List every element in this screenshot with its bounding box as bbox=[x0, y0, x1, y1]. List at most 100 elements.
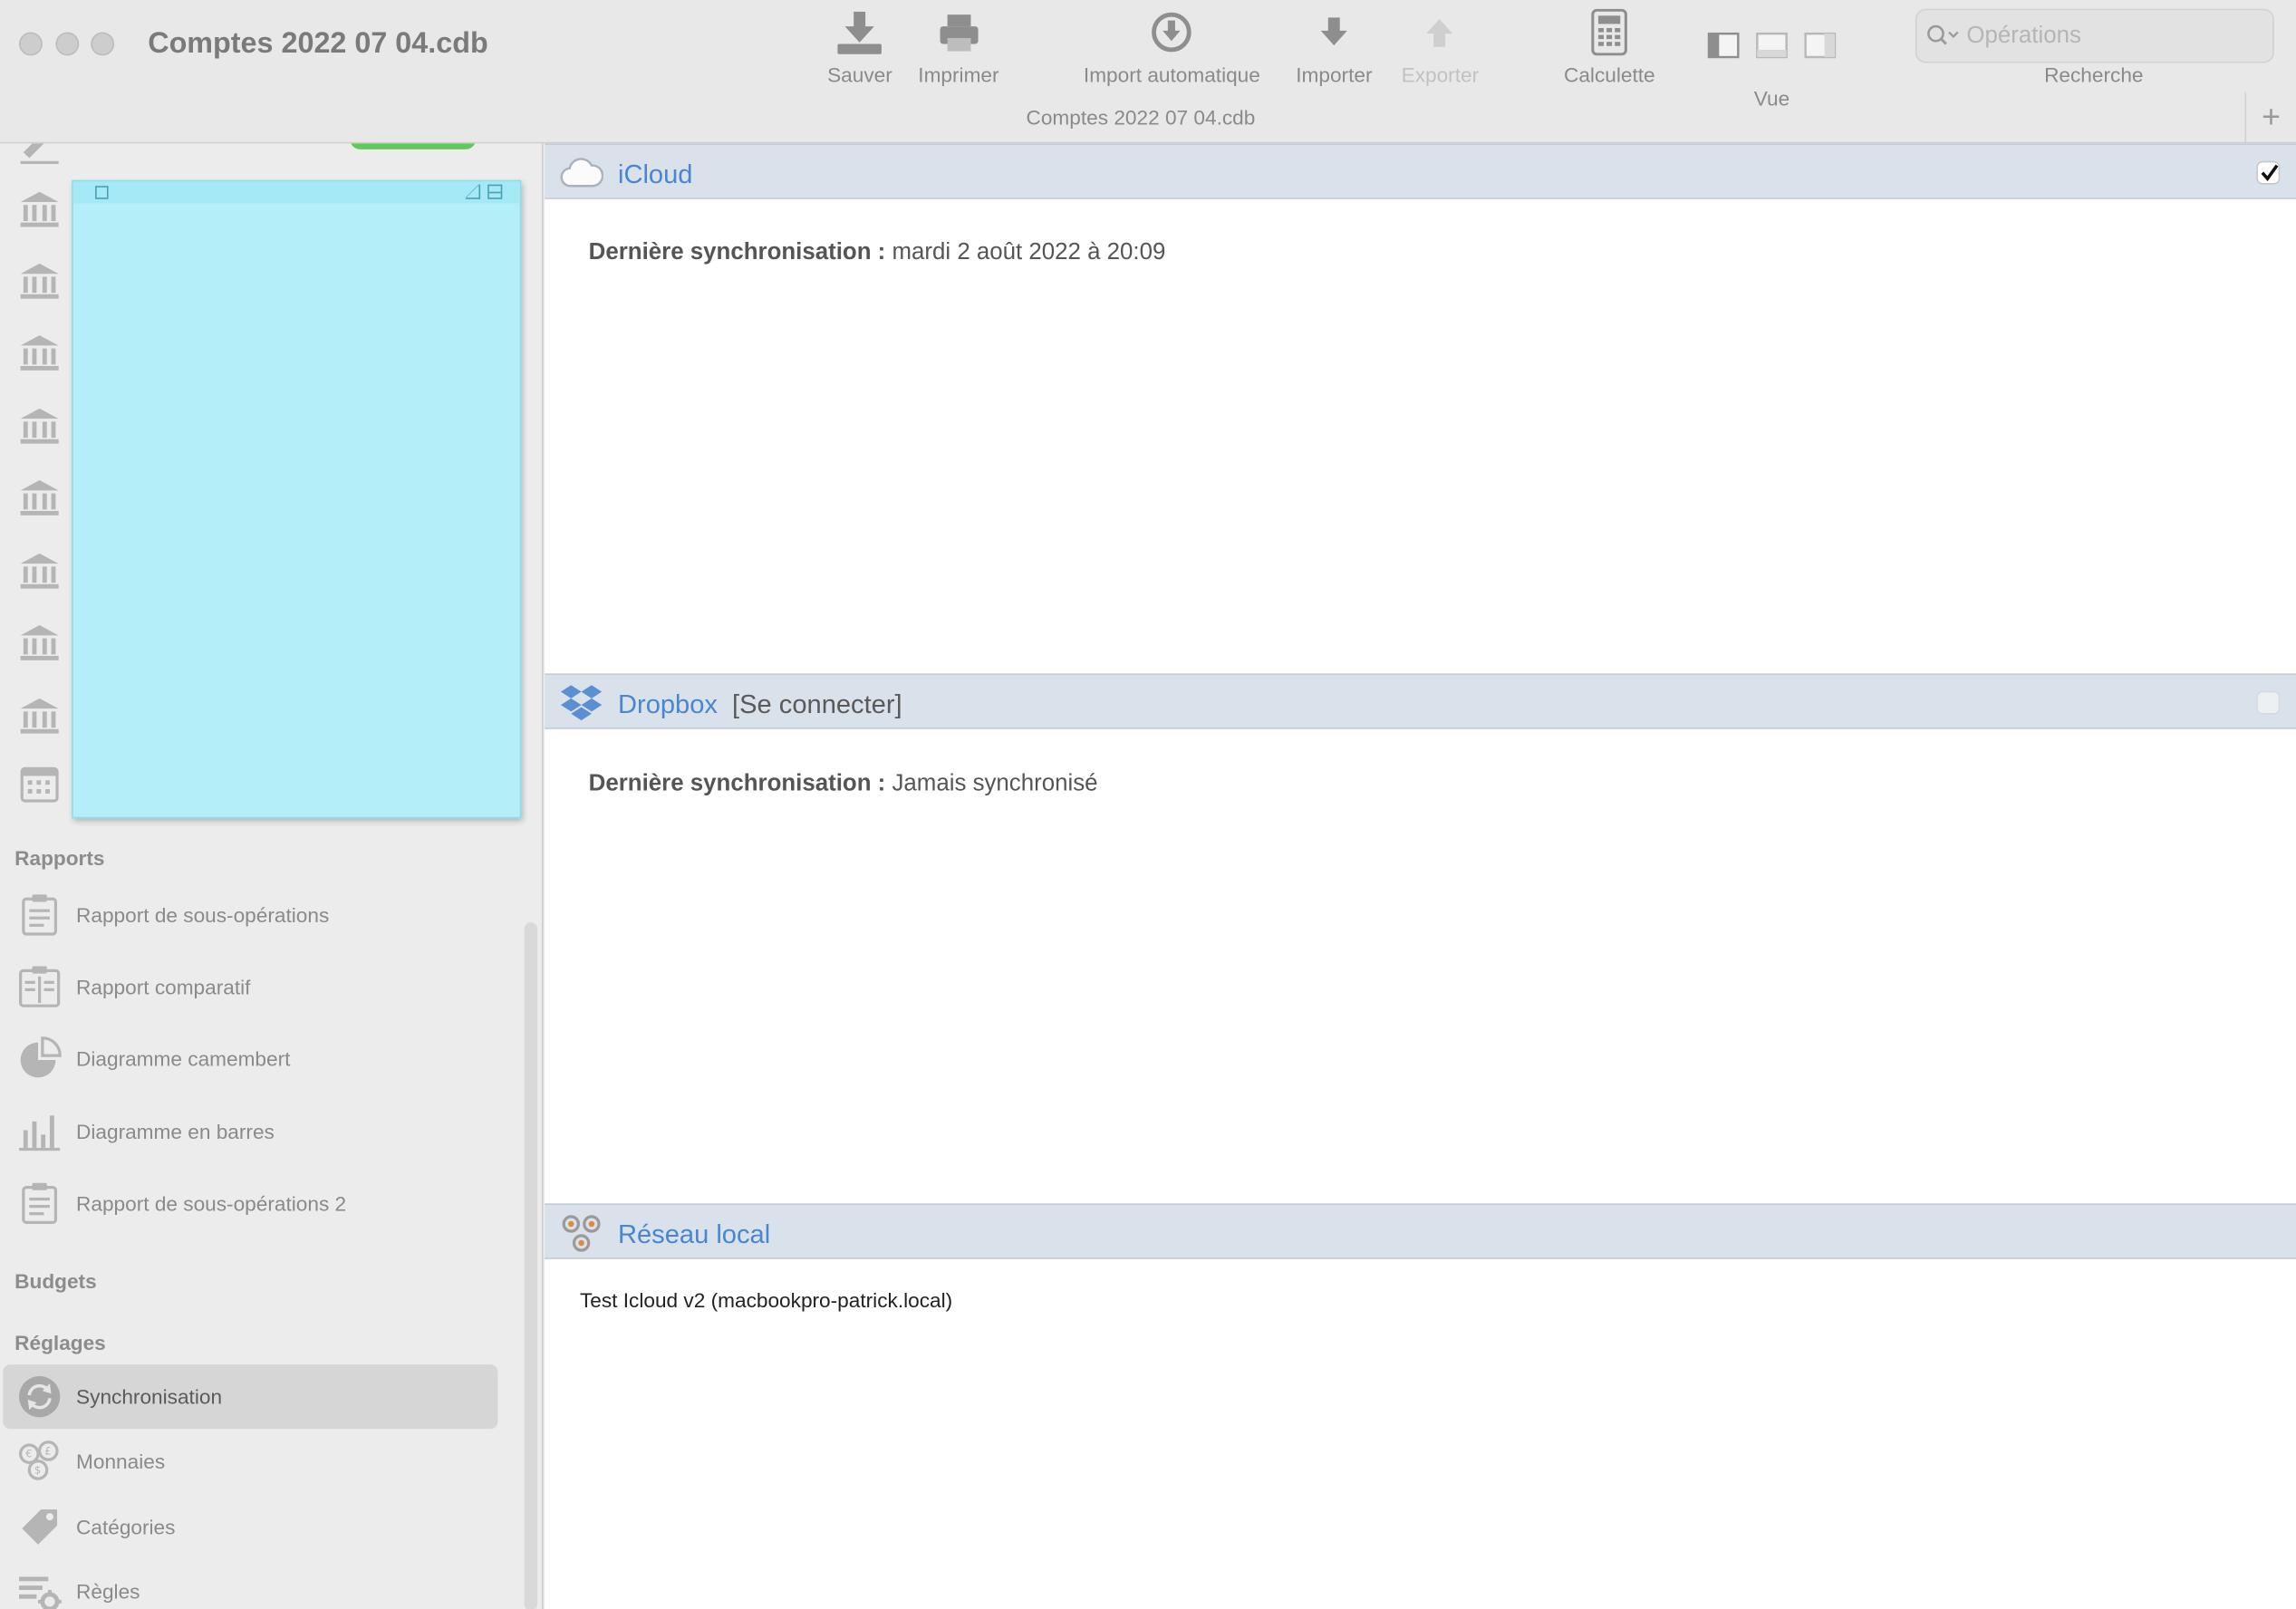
search-label: Recherche bbox=[2044, 63, 2144, 87]
sidebar-item-synchronisation[interactable]: Synchronisation bbox=[3, 1364, 498, 1430]
calculator-button[interactable]: Calculette bbox=[1563, 8, 1655, 91]
dropbox-section-header: Dropbox [Se connecter] bbox=[545, 673, 2296, 729]
view-right-panel-icon[interactable] bbox=[1804, 22, 1837, 69]
last-sync-value: Jamais synchronisé bbox=[892, 771, 1098, 797]
compare-report-icon bbox=[19, 966, 61, 1007]
calendar-icon[interactable] bbox=[17, 761, 61, 804]
sidebar-item-rules[interactable]: Règles bbox=[3, 1559, 497, 1609]
sidebar-item-label: Monnaies bbox=[76, 1449, 166, 1473]
sidebar-item-sub-operations-report[interactable]: Rapport de sous-opérations bbox=[3, 882, 497, 947]
dropbox-title: Dropbox bbox=[617, 689, 718, 719]
sidebar-item-sub-operations-report-2[interactable]: Rapport de sous-opérations 2 bbox=[3, 1171, 497, 1236]
reports-section-header[interactable]: Rapports bbox=[14, 846, 104, 870]
svg-text:€: € bbox=[25, 1449, 32, 1460]
search-field[interactable]: Opérations bbox=[1915, 8, 2274, 63]
search-icon bbox=[1927, 24, 1959, 45]
bank-account-icon[interactable] bbox=[17, 331, 61, 374]
pie-chart-icon bbox=[20, 1036, 62, 1078]
sidebar-item-pie-chart[interactable]: Diagramme camembert bbox=[3, 1026, 497, 1091]
dropbox-enable-checkbox[interactable] bbox=[2256, 690, 2281, 715]
bank-account-icon[interactable] bbox=[17, 694, 61, 737]
sidebar: Rapports Rapport de sous-opérations Rapp… bbox=[0, 143, 544, 1609]
local-network-device[interactable]: Test Icloud v2 (macbookpro-patrick.local… bbox=[580, 1288, 952, 1312]
toolbar: Comptes 2022 07 04.cdb Sauver Imprimer I… bbox=[0, 0, 2296, 144]
sidebar-item-label: Rapport comparatif bbox=[76, 975, 251, 999]
sidebar-item-label: Règles bbox=[76, 1579, 140, 1604]
sidebar-item-bar-chart[interactable]: Diagramme en barres bbox=[3, 1100, 497, 1164]
print-button[interactable]: Imprimer bbox=[918, 9, 999, 91]
note-close-icon[interactable] bbox=[95, 186, 109, 199]
bank-account-icon[interactable] bbox=[17, 188, 61, 231]
sidebar-item-comparative-report[interactable]: Rapport comparatif bbox=[3, 955, 497, 1019]
arrow-up-icon bbox=[1426, 19, 1453, 47]
sidebar-item-label: Rapport de sous-opérations bbox=[76, 903, 330, 927]
settings-section-header[interactable]: Réglages bbox=[14, 1331, 106, 1354]
auto-import-button[interactable]: Import automatique bbox=[1084, 9, 1260, 91]
minimize-window-button[interactable] bbox=[55, 32, 80, 56]
dropbox-icon bbox=[560, 685, 603, 721]
icloud-enable-checkbox[interactable] bbox=[2256, 160, 2281, 185]
view-buttons bbox=[1707, 22, 1837, 69]
save-label: Sauver bbox=[827, 63, 892, 87]
svg-text:£: £ bbox=[44, 1445, 51, 1457]
sidebar-item-label: Catégories bbox=[76, 1515, 176, 1539]
sidebar-item-label: Synchronisation bbox=[76, 1384, 223, 1409]
bank-account-icon[interactable] bbox=[17, 549, 61, 593]
export-button[interactable]: Exporter bbox=[1402, 9, 1479, 91]
icloud-section-header: iCloud bbox=[545, 143, 2296, 199]
search-placeholder: Opérations bbox=[1966, 23, 2081, 49]
sync-settings-panel: iCloud Dernière synchronisation : mardi … bbox=[545, 143, 2296, 1609]
sticky-note[interactable] bbox=[72, 179, 522, 819]
checkmark-icon bbox=[2261, 164, 2279, 182]
bank-account-icon[interactable] bbox=[17, 476, 61, 519]
report-clipboard-icon bbox=[22, 894, 58, 936]
auto-import-icon bbox=[1152, 12, 1192, 53]
bank-account-icon[interactable] bbox=[17, 259, 61, 303]
printer-icon bbox=[939, 14, 978, 52]
rules-gear-icon bbox=[19, 1576, 62, 1609]
currencies-icon: € £$ bbox=[19, 1440, 59, 1480]
dropbox-connect-link[interactable]: [Se connecter] bbox=[732, 689, 902, 720]
budgets-section-header[interactable]: Budgets bbox=[14, 1269, 97, 1293]
report-clipboard-icon bbox=[22, 1182, 58, 1224]
view-left-panel-icon[interactable] bbox=[1707, 22, 1740, 69]
sync-icon bbox=[19, 1376, 61, 1418]
close-window-button[interactable] bbox=[19, 32, 43, 56]
document-tab-title[interactable]: Comptes 2022 07 04.cdb bbox=[0, 105, 2282, 129]
view-bottom-panel-icon[interactable] bbox=[1756, 22, 1789, 69]
bank-account-icon[interactable] bbox=[17, 621, 61, 664]
sidebar-scrollbar[interactable] bbox=[524, 922, 538, 1609]
sidebar-item-categories[interactable]: Catégories bbox=[3, 1495, 497, 1559]
status-badge bbox=[350, 143, 477, 149]
cloud-icon bbox=[560, 158, 603, 188]
local-network-icon bbox=[562, 1215, 601, 1252]
icloud-title: iCloud bbox=[617, 159, 693, 189]
sidebar-item-label: Diagramme camembert bbox=[76, 1046, 291, 1071]
window-title: Comptes 2022 07 04.cdb bbox=[148, 27, 488, 61]
download-icon bbox=[837, 11, 883, 54]
zoom-window-button[interactable] bbox=[91, 32, 115, 56]
note-resize-icon[interactable] bbox=[465, 184, 481, 199]
edit-icon[interactable] bbox=[17, 143, 61, 167]
dropbox-last-sync: Dernière synchronisation : Jamais synchr… bbox=[589, 772, 1098, 798]
last-sync-label: Dernière synchronisation : bbox=[588, 771, 886, 797]
svg-text:$: $ bbox=[34, 1465, 41, 1477]
local-network-section-header: Réseau local bbox=[545, 1203, 2296, 1259]
view-control: Vue bbox=[1703, 9, 1841, 110]
bank-account-icon[interactable] bbox=[17, 404, 61, 448]
import-button[interactable]: Importer bbox=[1296, 9, 1372, 91]
calculator-icon bbox=[1591, 8, 1628, 56]
sidebar-item-label: Rapport de sous-opérations 2 bbox=[76, 1191, 347, 1216]
sticky-note-titlebar[interactable] bbox=[72, 181, 520, 204]
sidebar-item-currencies[interactable]: € £ $ Monnaies bbox=[3, 1429, 497, 1493]
sidebar-item-label: Diagramme en barres bbox=[76, 1120, 275, 1144]
last-sync-value: mardi 2 août 2022 à 20:09 bbox=[892, 240, 1166, 265]
save-button[interactable]: Sauver bbox=[827, 9, 892, 91]
arrow-down-icon bbox=[1320, 17, 1347, 46]
bar-chart-icon bbox=[19, 1115, 61, 1151]
note-collapse-icon[interactable] bbox=[487, 184, 503, 199]
tag-icon bbox=[22, 1509, 58, 1545]
calculator-label: Calculette bbox=[1563, 63, 1655, 87]
add-tab-button[interactable]: + bbox=[2244, 92, 2296, 144]
import-label: Importer bbox=[1296, 63, 1373, 87]
